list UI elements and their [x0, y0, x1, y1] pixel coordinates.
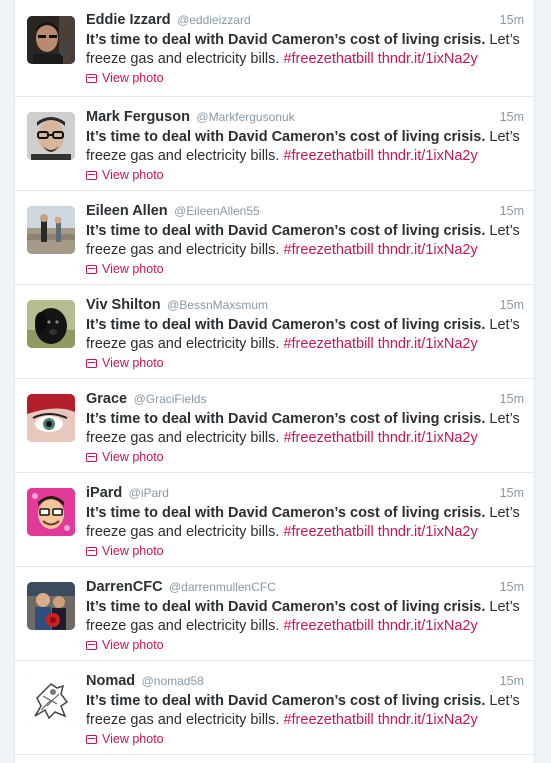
user-handle[interactable]: @BessnMaxsmum	[167, 298, 268, 312]
user-name[interactable]: Eddie Izzard	[86, 12, 171, 28]
timestamp[interactable]: 15m	[500, 580, 524, 594]
hashtag-link[interactable]: #freezethatbill	[283, 51, 373, 67]
url-link[interactable]: thndr.it/1ixNa2y	[378, 242, 478, 258]
tweet-text: It’s time to deal with David Cameron’s c…	[86, 128, 524, 165]
user-handle[interactable]: @EileenAllen55	[174, 204, 260, 218]
avatar[interactable]	[27, 676, 75, 724]
hashtag-link[interactable]: #freezethatbill	[283, 618, 373, 634]
tweet-item[interactable]: Mark Ferguson @Markfergusonuk 15m It’s t…	[15, 97, 534, 191]
url-link[interactable]: thndr.it/1ixNa2y	[378, 51, 478, 67]
view-photo-link[interactable]: View photo	[86, 638, 164, 652]
avatar[interactable]	[27, 488, 75, 536]
view-photo-label: View photo	[102, 356, 164, 370]
view-photo-link[interactable]: View photo	[86, 262, 164, 276]
user-name[interactable]: Nomad	[86, 673, 135, 689]
view-photo-label: View photo	[102, 71, 164, 85]
photo-icon	[86, 452, 97, 462]
url-link[interactable]: thndr.it/1ixNa2y	[378, 618, 478, 634]
avatar[interactable]	[27, 206, 75, 254]
tweet-text-bold: It’s time to deal with David Cameron’s c…	[86, 599, 486, 615]
user-handle[interactable]: @Markfergusonuk	[196, 110, 294, 124]
avatar[interactable]	[27, 394, 75, 442]
url-link[interactable]: thndr.it/1ixNa2y	[378, 148, 478, 164]
view-photo-link[interactable]: View photo	[86, 732, 164, 746]
user-handle[interactable]: @GraciFields	[134, 392, 207, 406]
user-handle[interactable]: @darrenmullenCFC	[169, 580, 276, 594]
tweet-text: It’s time to deal with David Cameron’s c…	[86, 31, 524, 68]
view-photo-label: View photo	[102, 262, 164, 276]
timestamp[interactable]: 15m	[500, 204, 524, 218]
timestamp[interactable]: 15m	[500, 486, 524, 500]
hashtag-link[interactable]: #freezethatbill	[283, 524, 373, 540]
photo-icon	[86, 170, 97, 180]
hashtag-link[interactable]: #freezethatbill	[283, 148, 373, 164]
view-photo-link[interactable]: View photo	[86, 356, 164, 370]
photo-icon	[86, 734, 97, 744]
timestamp[interactable]: 15m	[500, 13, 524, 27]
tweet-item[interactable]: Eddie Izzard @eddieizzard 15m It’s time …	[15, 0, 534, 97]
view-photo-link[interactable]: View photo	[86, 450, 164, 464]
user-name[interactable]: DarrenCFC	[86, 579, 163, 595]
tweet-text-bold: It’s time to deal with David Cameron’s c…	[86, 693, 486, 709]
tweet-item[interactable]: iPard @iPard 15m It’s time to deal with …	[15, 473, 534, 567]
tweet-text: It’s time to deal with David Cameron’s c…	[86, 692, 524, 729]
photo-icon	[86, 640, 97, 650]
user-name[interactable]: Eileen Allen	[86, 203, 168, 219]
tweet-text-bold: It’s time to deal with David Cameron’s c…	[86, 32, 486, 48]
user-name[interactable]: iPard	[86, 485, 122, 501]
timestamp[interactable]: 15m	[500, 392, 524, 406]
hashtag-link[interactable]: #freezethatbill	[283, 336, 373, 352]
tweet-text: It’s time to deal with David Cameron’s c…	[86, 504, 524, 541]
view-photo-link[interactable]: View photo	[86, 544, 164, 558]
hashtag-link[interactable]: #freezethatbill	[283, 242, 373, 258]
tweet-text-bold: It’s time to deal with David Cameron’s c…	[86, 505, 486, 521]
tweet-text-bold: It’s time to deal with David Cameron’s c…	[86, 223, 486, 239]
photo-icon	[86, 73, 97, 83]
url-link[interactable]: thndr.it/1ixNa2y	[378, 524, 478, 540]
hashtag-link[interactable]: #freezethatbill	[283, 430, 373, 446]
avatar[interactable]	[27, 112, 75, 160]
tweet-item[interactable]: Grace @GraciFields 15m It’s time to deal…	[15, 379, 534, 473]
url-link[interactable]: thndr.it/1ixNa2y	[378, 336, 478, 352]
tweet-timeline: Eddie Izzard @eddieizzard 15m It’s time …	[14, 0, 535, 763]
tweet-text: It’s time to deal with David Cameron’s c…	[86, 316, 524, 353]
photo-icon	[86, 546, 97, 556]
tweet-text-bold: It’s time to deal with David Cameron’s c…	[86, 129, 486, 145]
timestamp[interactable]: 15m	[500, 674, 524, 688]
view-photo-label: View photo	[102, 168, 164, 182]
view-photo-link[interactable]: View photo	[86, 71, 164, 85]
timestamp[interactable]: 15m	[500, 110, 524, 124]
tweet-item[interactable]: Eileen Allen @EileenAllen55 15m It’s tim…	[15, 191, 534, 285]
view-photo-label: View photo	[102, 732, 164, 746]
user-name[interactable]: Viv Shilton	[86, 297, 161, 313]
tweet-text: It’s time to deal with David Cameron’s c…	[86, 598, 524, 635]
user-handle[interactable]: @eddieizzard	[177, 13, 251, 27]
photo-icon	[86, 358, 97, 368]
hashtag-link[interactable]: #freezethatbill	[283, 712, 373, 728]
tweet-text-bold: It’s time to deal with David Cameron’s c…	[86, 411, 486, 427]
tweet-text-bold: It’s time to deal with David Cameron’s c…	[86, 317, 486, 333]
tweet-item[interactable]: DarrenCFC @darrenmullenCFC 15m It’s time…	[15, 567, 534, 661]
view-photo-label: View photo	[102, 450, 164, 464]
avatar[interactable]	[27, 582, 75, 630]
url-link[interactable]: thndr.it/1ixNa2y	[378, 712, 478, 728]
user-name[interactable]: Mark Ferguson	[86, 109, 190, 125]
user-handle[interactable]: @nomad58	[142, 674, 204, 688]
tweet-text: It’s time to deal with David Cameron’s c…	[86, 410, 524, 447]
tweet-item[interactable]: Viv Shilton @BessnMaxsmum 15m It’s time …	[15, 285, 534, 379]
avatar[interactable]	[27, 16, 75, 64]
url-link[interactable]: thndr.it/1ixNa2y	[378, 430, 478, 446]
timestamp[interactable]: 15m	[500, 298, 524, 312]
user-handle[interactable]: @iPard	[129, 486, 169, 500]
view-photo-label: View photo	[102, 638, 164, 652]
photo-icon	[86, 264, 97, 274]
user-name[interactable]: Grace	[86, 391, 127, 407]
avatar[interactable]	[27, 300, 75, 348]
tweet-item[interactable]: Nomad @nomad58 15m It’s time to deal wit…	[15, 661, 534, 755]
tweet-text: It’s time to deal with David Cameron’s c…	[86, 222, 524, 259]
view-photo-label: View photo	[102, 544, 164, 558]
view-photo-link[interactable]: View photo	[86, 168, 164, 182]
